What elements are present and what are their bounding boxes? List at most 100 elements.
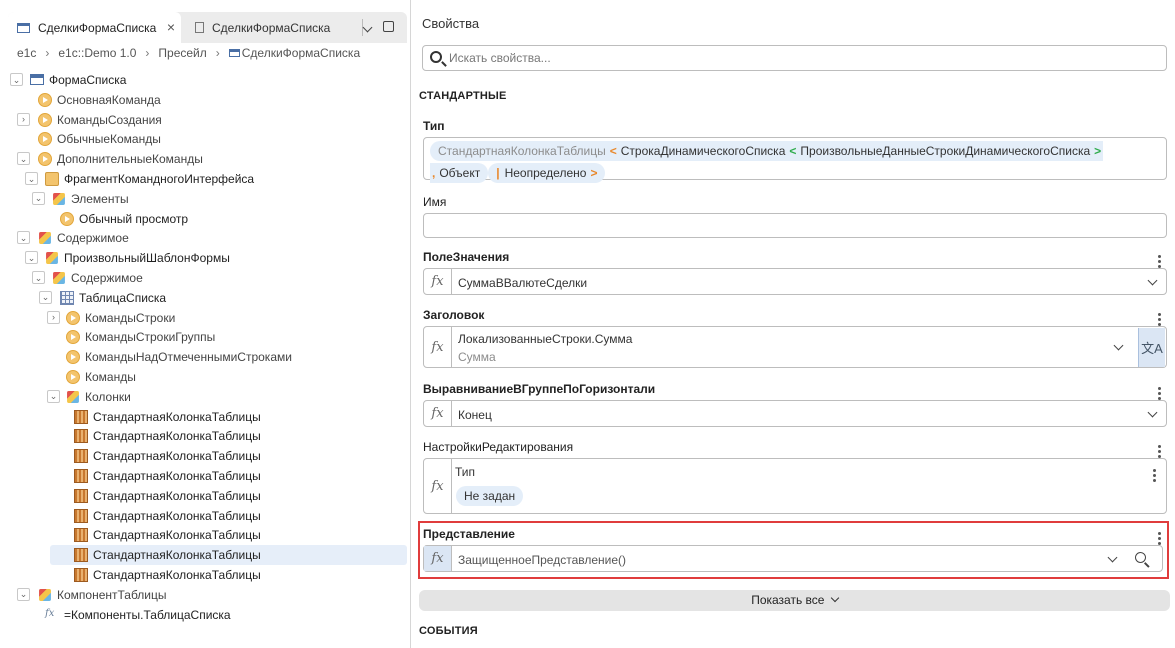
tree-node[interactable]: ⌄ Элементы [0,189,400,209]
formula-icon[interactable]: fx [424,327,452,367]
breadcrumb-item[interactable]: e1c::Demo 1.0 [58,46,136,60]
name-input[interactable] [423,213,1167,238]
tree-node[interactable]: СтандартнаяКолонкаТаблицы [0,466,400,486]
command-icon [38,132,52,147]
tree-node[interactable]: ОбычныеКоманды [0,129,400,149]
edit-type-chip[interactable]: Не задан [456,486,524,506]
search-icon [430,51,442,63]
type-field[interactable]: СтандартнаяКолонкаТаблицы < СтрокаДинамич… [423,137,1167,183]
breadcrumb-item[interactable]: Пресейл [158,46,206,60]
tree-node-label: Колонки [85,389,131,404]
tree-node[interactable]: КомандыНадОтмеченнымиСтроками [0,347,400,367]
more-vertical-icon[interactable] [1153,467,1156,484]
show-all-button[interactable]: Показать все [419,590,1170,611]
formula-icon[interactable]: fx [424,546,452,571]
command-icon [38,92,52,107]
close-icon[interactable]: × [167,20,175,34]
align-select[interactable]: fx Конец [423,400,1167,427]
tree-node[interactable]: ⌄ Колонки [0,387,400,407]
table-icon [60,290,74,305]
tree-node[interactable]: СтандартнаяКолонкаТаблицы [0,506,400,526]
chevron-down-icon[interactable]: ⌄ [32,191,45,205]
tab-label: СделкиФормаСписка [212,20,331,35]
chevron-down-icon[interactable]: ⌄ [39,290,52,304]
chevron-down-icon[interactable] [1147,407,1158,418]
tree-node-label: СтандартнаяКолонкаТаблицы [93,568,261,582]
tree-node[interactable]: ⌄ Содержимое [0,228,400,248]
open-in-new-icon[interactable] [379,18,397,36]
tab-form-list-active[interactable]: СделкиФормаСписка × [8,12,181,43]
tree-node-label: Обычный просмотр [79,211,189,226]
tree-node[interactable]: СтандартнаяКолонкаТаблицы [0,525,400,545]
command-icon [66,330,80,345]
tree-node[interactable]: fx =Компоненты.ТаблицаСписка [0,605,400,625]
chevron-right-icon[interactable]: › [47,310,60,324]
tree-node-label: СтандартнаяКолонкаТаблицы [93,449,261,464]
chevron-down-icon[interactable]: ⌄ [47,389,60,403]
tree-node-label: СтандартнаяКолонкаТаблицы [93,429,261,444]
breadcrumb-item[interactable]: e1c [17,46,36,60]
chevron-down-icon[interactable] [1147,275,1158,286]
fx-icon: fx [45,607,55,619]
command-icon [60,211,74,226]
column-icon [74,469,88,483]
tab-form-list[interactable]: СделкиФормаСписка [186,12,356,43]
chevron-down-icon[interactable]: ⌄ [25,251,38,265]
chevron-down-icon[interactable] [1113,340,1124,351]
tree-node[interactable]: СтандартнаяКолонкаТаблицы [50,545,407,566]
formula-icon[interactable]: fx [424,401,452,426]
tree-node[interactable]: СтандартнаяКолонкаТаблицы [0,446,400,466]
chevron-right-icon[interactable]: › [17,112,30,126]
search-placeholder: Искать свойства... [449,51,551,65]
chevron-down-icon[interactable] [358,18,376,36]
chevron-down-icon[interactable]: ⌄ [17,231,30,245]
tree-node-label: Содержимое [71,271,143,285]
editor-tabbar: СделкиФормаСписка × СделкиФормаСписка [8,12,407,43]
formula-icon[interactable]: fx [424,269,452,294]
cube-icon [39,232,51,245]
edit-settings-field: fx Тип Не задан [423,458,1167,514]
tree-node[interactable]: ⌄ ДополнительныеКоманды [0,149,400,169]
tree-node[interactable]: ⌄ КомпонентТаблицы [0,585,400,605]
tree-node[interactable]: › КомандыСтроки [0,308,400,328]
column-icon [74,409,88,424]
formula-icon[interactable]: fx [424,459,452,513]
type-chip: | Неопределено > [488,163,606,183]
tree-node[interactable]: ⌄ ТаблицаСписка [0,288,400,308]
chevron-down-icon[interactable]: ⌄ [25,172,38,185]
tree-node[interactable]: СтандартнаяКолонкаТаблицы [0,426,400,446]
property-search-input[interactable]: Искать свойства... [422,45,1167,71]
tree-node[interactable]: СтандартнаяКолонкаТаблицы [0,486,400,506]
tree-node[interactable]: СтандартнаяКолонкаТаблицы [0,407,400,427]
chevron-right-icon: › [145,46,150,60]
tree-node[interactable]: ⌄ Содержимое [0,268,400,288]
tree-node[interactable]: СтандартнаяКолонкаТаблицы [0,565,400,585]
presentation-field[interactable]: fx ЗащищенноеПредставление() [423,545,1163,572]
breadcrumb-item[interactable]: СделкиФормаСписка [242,46,360,60]
value-field-select[interactable]: fx СуммаВВалютеСделки [423,268,1167,295]
tree-node[interactable]: Обычный просмотр [0,209,400,229]
command-icon [66,310,80,325]
header-field[interactable]: fx ЛокализованныеСтроки.Сумма Сумма 文A [423,326,1167,368]
chevron-down-icon[interactable] [1107,552,1118,563]
chevron-right-icon: › [45,46,50,60]
tree-node[interactable]: ОсновнаяКоманда [0,90,400,110]
header-value: ЛокализованныеСтроки.Сумма [458,332,633,346]
tree-node[interactable]: ⌄ ФормаСписка [0,70,400,90]
section-standard: СТАНДАРТНЫЕ [419,90,507,102]
chevron-down-icon[interactable]: ⌄ [32,271,45,284]
tree-node[interactable]: › КомандыСоздания [0,110,400,130]
form-icon [17,22,30,33]
presentation-value: ЗащищенноеПредставление() [458,553,627,567]
document-icon [195,22,204,33]
tree-node[interactable]: ⌄ ФрагментКомандногоИнтерфейса [0,169,400,189]
translate-icon[interactable]: 文A [1138,328,1165,367]
chevron-down-icon[interactable]: ⌄ [10,73,23,86]
chevron-down-icon[interactable]: ⌄ [17,587,30,601]
chevron-down-icon[interactable]: ⌄ [17,152,30,166]
tree-node[interactable]: ⌄ ПроизвольныйШаблонФормы [0,248,400,268]
tree-node-label: Команды [85,370,136,384]
tree-node[interactable]: Команды [0,367,400,387]
presentation-label: Представление [423,527,515,541]
tree-node[interactable]: КомандыСтрокиГруппы [0,327,400,347]
